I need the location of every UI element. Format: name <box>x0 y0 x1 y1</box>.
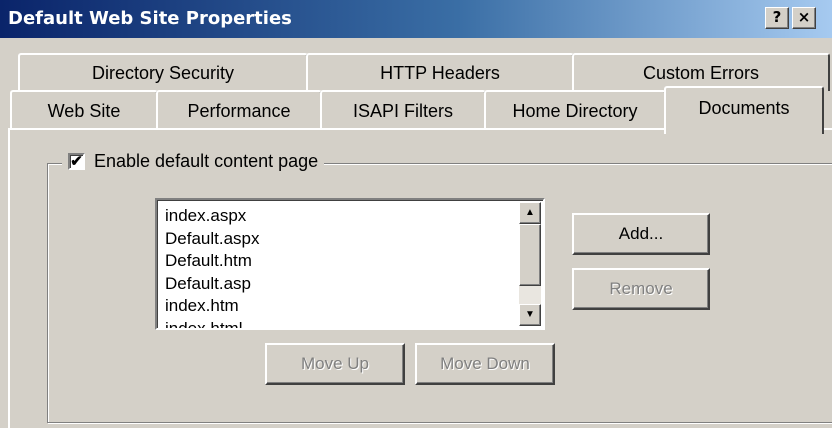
enable-default-content-checkbox[interactable]: ✔ Enable default content page <box>62 148 325 174</box>
list-item[interactable]: Default.asp <box>165 273 260 296</box>
list-item[interactable]: Default.htm <box>165 250 260 273</box>
tab-directory-security[interactable]: Directory Security <box>18 53 308 91</box>
list-item[interactable]: index.aspx <box>165 205 260 228</box>
tab-http-headers[interactable]: HTTP Headers <box>306 53 574 91</box>
tab-web-site[interactable]: Web Site <box>10 90 158 128</box>
help-button[interactable]: ? <box>765 7 789 29</box>
default-documents-list[interactable]: index.aspx Default.aspx Default.htm Defa… <box>155 198 545 330</box>
tab-isapi-filters[interactable]: ISAPI Filters <box>320 90 486 128</box>
list-item[interactable]: index.htm <box>165 295 260 318</box>
scroll-thumb[interactable] <box>519 224 541 286</box>
list-item[interactable]: index.html <box>165 318 260 329</box>
check-icon[interactable]: ✔ <box>68 152 85 170</box>
move-up-button[interactable]: Move Up <box>265 343 405 385</box>
window-title: Default Web Site Properties <box>8 8 292 29</box>
remove-button[interactable]: Remove <box>572 268 710 310</box>
close-button[interactable]: × <box>792 7 816 29</box>
scroll-down-icon[interactable]: ▼ <box>519 304 541 326</box>
move-down-button[interactable]: Move Down <box>415 343 555 385</box>
scroll-up-icon[interactable]: ▲ <box>519 202 541 224</box>
tab-performance[interactable]: Performance <box>156 90 322 128</box>
tab-home-directory[interactable]: Home Directory <box>484 90 666 128</box>
enable-default-content-label: Enable default content page <box>94 150 319 171</box>
add-button[interactable]: Add... <box>572 213 710 255</box>
list-scrollbar[interactable]: ▲ ▼ <box>519 202 541 326</box>
title-bar[interactable]: Default Web Site Properties ? × <box>0 0 832 38</box>
list-item[interactable]: Default.aspx <box>165 228 260 251</box>
tab-documents[interactable]: Documents <box>664 86 824 134</box>
